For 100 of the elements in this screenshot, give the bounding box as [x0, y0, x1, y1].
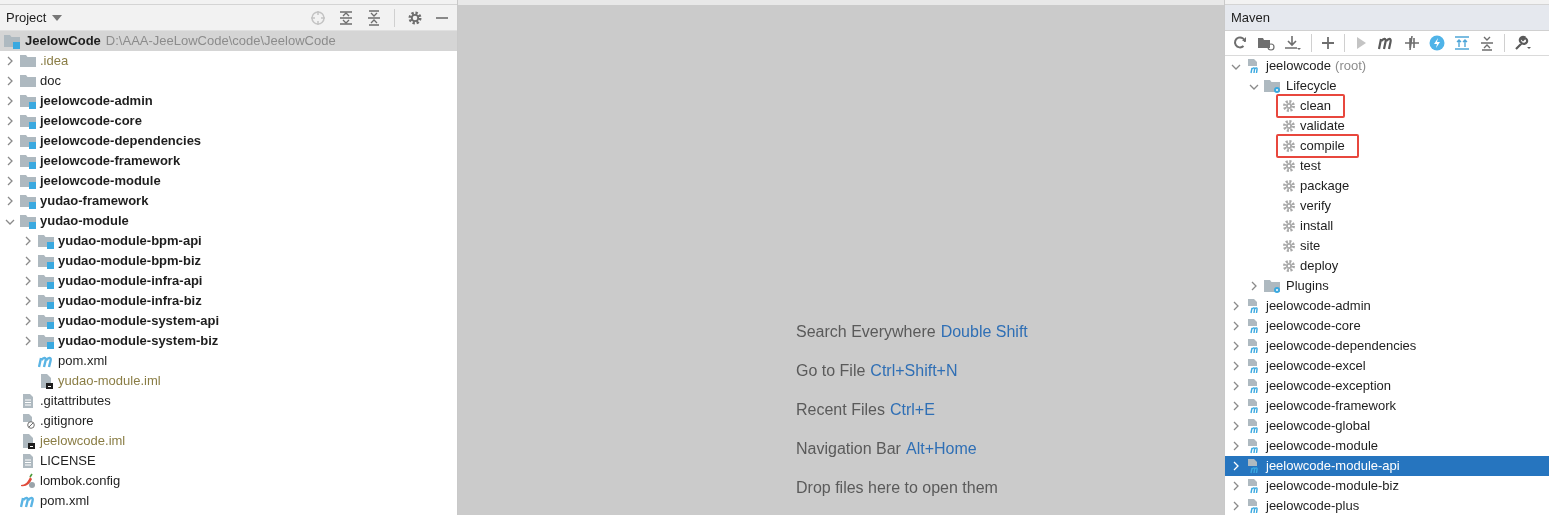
tree-item[interactable]: jeelowcode.iml: [0, 431, 457, 451]
folder-refresh-icon[interactable]: [1257, 35, 1275, 51]
tree-item[interactable]: validate: [1225, 116, 1549, 136]
hint-text: Recent Files: [796, 399, 885, 420]
hint-text: Go to File: [796, 360, 866, 381]
tree-item[interactable]: jeelowcode-plus: [1225, 496, 1549, 515]
panel-title: Maven: [1231, 8, 1271, 27]
gear-icon: [1282, 99, 1296, 113]
tree-item[interactable]: jeelowcode-module-api: [1225, 456, 1549, 476]
tree-item[interactable]: JeelowCode D:\AAA-JeeLowCode\code\JeelowCode: [0, 31, 457, 51]
tree-item[interactable]: yudao-module-bpm-api: [0, 231, 457, 251]
tree-item[interactable]: deploy: [1225, 256, 1549, 276]
tree-item[interactable]: compile: [1225, 136, 1549, 156]
module-file-icon: [20, 433, 36, 449]
tree-item[interactable]: yudao-module: [0, 211, 457, 231]
tree-item[interactable]: yudao-module-system-api: [0, 311, 457, 331]
tree-item[interactable]: yudao-module-infra-api: [0, 271, 457, 291]
tree-item[interactable]: jeelowcode-framework: [1225, 396, 1549, 416]
hint-text: Search Everywhere: [796, 321, 936, 342]
tree-item[interactable]: Lifecycle: [1225, 76, 1549, 96]
settings-icon[interactable]: [407, 9, 423, 26]
gear-icon: [1282, 259, 1296, 273]
gear-icon: [1282, 159, 1296, 173]
hint-text: Drop files here to open them: [796, 477, 998, 498]
ignored-file-icon: [20, 413, 36, 429]
tree-item[interactable]: pom.xml: [0, 491, 457, 511]
tree-item[interactable]: LICENSE: [0, 451, 457, 471]
module-folder-icon: [20, 193, 36, 209]
hint-text: Navigation Bar: [796, 438, 901, 459]
tree-item[interactable]: jeelowcode-excel: [1225, 356, 1549, 376]
module-file-icon: [38, 373, 54, 389]
tree-item[interactable]: yudao-framework: [0, 191, 457, 211]
gear-icon: [1282, 119, 1296, 133]
tree-item[interactable]: yudao-module-bpm-biz: [0, 251, 457, 271]
skip-tests-icon[interactable]: [1404, 35, 1420, 51]
collapse-all-icon[interactable]: [366, 9, 382, 26]
module-folder-icon: [20, 213, 36, 229]
folder-icon: [20, 73, 36, 89]
module-folder-icon: [38, 293, 54, 309]
gear-icon: [1282, 219, 1296, 233]
tree-item[interactable]: jeelowcode-exception: [1225, 376, 1549, 396]
tree-item[interactable]: lombok.config: [0, 471, 457, 491]
tree-item[interactable]: verify: [1225, 196, 1549, 216]
module-folder-icon: [4, 33, 20, 49]
tree-item[interactable]: jeelowcode-core: [1225, 316, 1549, 336]
tree-item[interactable]: yudao-module.iml: [0, 371, 457, 391]
gear-icon: [1282, 239, 1296, 253]
module-folder-icon: [38, 333, 54, 349]
module-folder-icon: [20, 113, 36, 129]
tree-item[interactable]: jeelowcode-module: [0, 171, 457, 191]
run-icon[interactable]: [1354, 35, 1368, 51]
tree-item[interactable]: jeelowcode-module-biz: [1225, 476, 1549, 496]
pepper-icon: [20, 473, 36, 489]
tree-item[interactable]: jeelowcode (root): [1225, 56, 1549, 76]
tree-item[interactable]: yudao-module-system-biz: [0, 331, 457, 351]
add-icon[interactable]: [1321, 35, 1335, 51]
refresh-icon[interactable]: [1232, 35, 1248, 51]
maven-goal-icon[interactable]: [1377, 35, 1395, 51]
gear-icon: [1282, 179, 1296, 193]
tree-item[interactable]: site: [1225, 236, 1549, 256]
tree-item[interactable]: clean: [1225, 96, 1549, 116]
text-file-icon: [20, 453, 36, 469]
expand-all-icon[interactable]: [1454, 35, 1470, 51]
expand-all-icon[interactable]: [338, 9, 354, 26]
tree-item[interactable]: jeelowcode-module: [1225, 436, 1549, 456]
tree-item[interactable]: pom.xml: [0, 351, 457, 371]
module-folder-icon: [38, 313, 54, 329]
settings-folder-icon: [1264, 278, 1282, 294]
tree-item[interactable]: jeelowcode-dependencies: [1225, 336, 1549, 356]
module-folder-icon: [20, 153, 36, 169]
settings-folder-icon: [1264, 78, 1282, 94]
lightning-icon[interactable]: [1429, 35, 1445, 51]
shortcut-text: Ctrl+Shift+N: [870, 360, 958, 381]
collapse-all-icon[interactable]: [1479, 35, 1495, 51]
module-folder-icon: [20, 173, 36, 189]
tree-item[interactable]: yudao-module-infra-biz: [0, 291, 457, 311]
shortcut-text: Ctrl+E: [889, 399, 935, 420]
tree-item[interactable]: test: [1225, 156, 1549, 176]
module-folder-icon: [38, 253, 54, 269]
tree-item[interactable]: jeelowcode-global: [1225, 416, 1549, 436]
shortcut-text: Alt+Home: [905, 438, 977, 459]
tree-item[interactable]: jeelowcode-admin: [1225, 296, 1549, 316]
tree-item[interactable]: doc: [0, 71, 457, 91]
module-folder-icon: [20, 93, 36, 109]
download-icon[interactable]: [1284, 35, 1302, 51]
shortcut-text: Double Shift: [940, 321, 1028, 342]
gear-icon: [1282, 139, 1296, 153]
tree-item[interactable]: .idea: [0, 51, 457, 71]
module-folder-icon: [38, 273, 54, 289]
tree-item[interactable]: jeelowcode-core: [0, 111, 457, 131]
tree-item[interactable]: .gitignore: [0, 411, 457, 431]
project-view-dropdown[interactable]: Project: [6, 7, 63, 28]
tree-item[interactable]: .gitattributes: [0, 391, 457, 411]
gear-icon: [1282, 199, 1296, 213]
tree-item[interactable]: Plugins: [1225, 276, 1549, 296]
tree-item[interactable]: install: [1225, 216, 1549, 236]
tree-item[interactable]: jeelowcode-dependencies: [0, 131, 457, 151]
tree-item[interactable]: package: [1225, 176, 1549, 196]
tree-item[interactable]: jeelowcode-admin: [0, 91, 457, 111]
tree-item[interactable]: jeelowcode-framework: [0, 151, 457, 171]
